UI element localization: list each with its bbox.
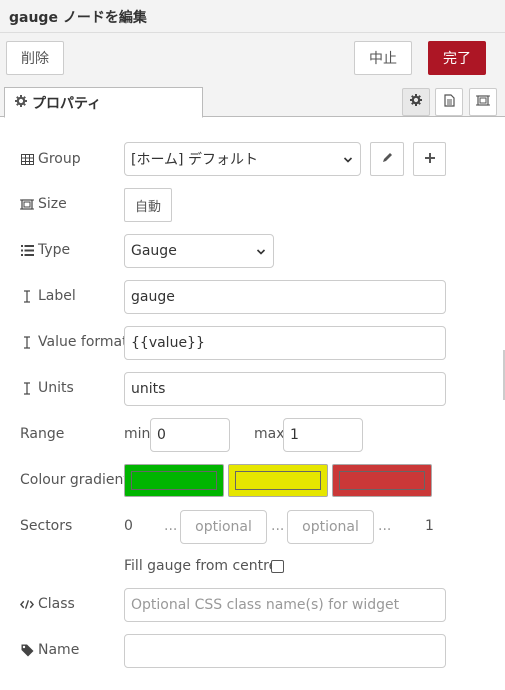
tab-properties-label: プロパティ	[32, 95, 102, 112]
range-max-input[interactable]: 1	[283, 418, 363, 452]
colour-gradient-label: Colour gradient	[20, 472, 129, 488]
type-label: Type	[20, 240, 70, 260]
group-select[interactable]: [ホーム] デフォルト	[124, 142, 361, 176]
units-label: Units	[20, 378, 74, 398]
dialog-title: gauge ノードを編集	[9, 10, 147, 26]
list-icon	[20, 244, 34, 256]
class-label: Class	[20, 594, 75, 614]
size-label: Size	[20, 194, 67, 214]
frame-icon	[20, 198, 34, 211]
done-button[interactable]: 完了	[428, 41, 486, 75]
value-format-label: Value format	[20, 332, 128, 352]
tabs-bar: プロパティ	[0, 85, 505, 118]
sectors-ellipsis-3: ...	[378, 518, 392, 534]
text-cursor-icon	[20, 381, 34, 395]
chevron-down-icon	[343, 153, 353, 169]
dialog-toolbar: 削除 中止 完了	[0, 33, 505, 85]
text-cursor-icon	[20, 289, 34, 303]
colour-swatch-mid	[235, 471, 321, 490]
edit-group-button[interactable]	[370, 142, 404, 176]
group-label: Group	[20, 149, 81, 169]
colour-swatch-low	[131, 471, 217, 490]
sector-1-input[interactable]: optional	[180, 510, 267, 544]
sectors-ellipsis-1: ...	[164, 518, 178, 534]
sectors-start-value: 0	[124, 518, 133, 534]
range-min-input[interactable]: 0	[150, 418, 230, 452]
sectors-ellipsis-2: ...	[271, 518, 285, 534]
gear-icon	[410, 94, 422, 110]
class-input[interactable]: Optional CSS class name(s) for widget	[124, 588, 446, 622]
chevron-down-icon	[256, 245, 266, 261]
fill-centre-checkbox[interactable]	[271, 560, 284, 573]
plus-icon	[424, 152, 435, 167]
label-input[interactable]: gauge	[124, 280, 446, 314]
fill-centre-label: Fill gauge from centre.	[124, 558, 282, 574]
add-group-button[interactable]	[413, 142, 446, 176]
range-label: Range	[20, 426, 65, 442]
code-icon	[20, 599, 34, 610]
colour-picker-low[interactable]	[124, 464, 224, 497]
table-icon	[20, 153, 34, 165]
description-tab-icon-button[interactable]	[435, 88, 463, 116]
tab-properties[interactable]: プロパティ	[4, 87, 203, 118]
label-label: Label	[20, 286, 76, 306]
name-label: Name	[20, 640, 79, 660]
range-min-label: min	[124, 426, 151, 442]
colour-swatch-high	[339, 471, 425, 490]
colour-picker-mid[interactable]	[228, 464, 328, 497]
gear-icon	[15, 94, 27, 111]
text-cursor-icon	[20, 335, 34, 349]
title-bar: gauge ノードを編集	[0, 0, 505, 33]
properties-tab-icon-button[interactable]	[402, 88, 430, 116]
frame-icon	[476, 94, 490, 111]
units-input[interactable]: units	[124, 372, 446, 406]
size-button[interactable]: 自動	[124, 188, 172, 222]
value-format-input[interactable]: {{value}}	[124, 326, 446, 360]
sector-2-input[interactable]: optional	[287, 510, 374, 544]
sectors-end-value: 1	[425, 518, 434, 534]
file-icon	[443, 93, 455, 111]
sectors-label: Sectors	[20, 518, 73, 534]
pencil-icon	[382, 152, 393, 167]
colour-picker-high[interactable]	[332, 464, 432, 497]
appearance-tab-icon-button[interactable]	[469, 88, 497, 116]
cancel-button[interactable]: 中止	[354, 41, 412, 75]
type-select[interactable]: Gauge	[124, 234, 274, 268]
tag-icon	[20, 644, 34, 657]
name-input[interactable]	[124, 634, 446, 668]
delete-button[interactable]: 削除	[6, 41, 64, 75]
range-max-label: max	[254, 426, 285, 442]
